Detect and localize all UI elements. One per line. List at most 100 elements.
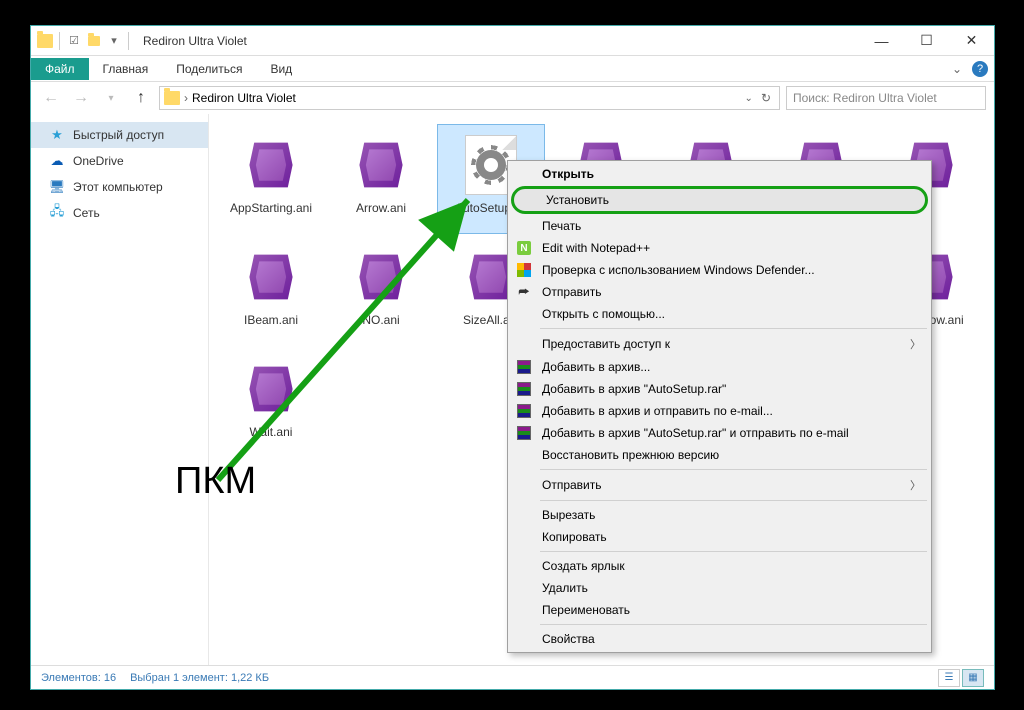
separator xyxy=(540,469,927,470)
separator xyxy=(540,551,927,552)
sidebar-item-label: Этот компьютер xyxy=(73,180,163,194)
file-label: NO.ani xyxy=(362,313,399,327)
recent-dropdown[interactable]: ▾ xyxy=(99,86,123,110)
ctx-shortcut[interactable]: Создать ярлык xyxy=(510,555,929,577)
qat-dropdown-icon[interactable]: ▾ xyxy=(106,33,122,49)
ctx-add-email[interactable]: Добавить в архив и отправить по e-mail..… xyxy=(510,400,929,422)
search-input[interactable]: Поиск: Rediron Ultra Violet xyxy=(786,86,986,110)
file-item[interactable]: NO.ani xyxy=(327,236,435,346)
tab-view[interactable]: Вид xyxy=(256,58,306,80)
annotation-label: ПКМ xyxy=(175,460,256,503)
navigation-pane: ★ Быстрый доступ ☁ OneDrive 🖥 Этот компь… xyxy=(31,114,209,665)
quick-access-toolbar: ☑ ▾ xyxy=(31,32,137,50)
ctx-cut[interactable]: Вырезать xyxy=(510,504,929,526)
statusbar: Элементов: 16 Выбран 1 элемент: 1,22 КБ … xyxy=(31,665,994,689)
file-item[interactable]: Arrow.ani xyxy=(327,124,435,234)
sidebar-item-onedrive[interactable]: ☁ OneDrive xyxy=(31,148,208,174)
address-bar[interactable]: › Rediron Ultra Violet ⌄ ↻ xyxy=(159,86,780,110)
rar-icon xyxy=(517,404,531,418)
window-title: Rediron Ultra Violet xyxy=(143,34,247,48)
ctx-print[interactable]: Печать xyxy=(510,215,929,237)
ctx-add-rar-email[interactable]: Добавить в архив "AutoSetup.rar" и отпра… xyxy=(510,422,929,444)
ani-file-icon xyxy=(353,133,409,197)
qat-properties-icon[interactable]: ☑ xyxy=(66,33,82,49)
ctx-defender[interactable]: Проверка с использованием Windows Defend… xyxy=(510,259,929,281)
cloud-icon: ☁ xyxy=(49,153,65,169)
window-controls: — ☐ ✕ xyxy=(859,26,994,56)
separator xyxy=(540,328,927,329)
ctx-install[interactable]: Установить xyxy=(511,186,928,214)
share-icon: ⮫ xyxy=(516,284,532,300)
file-label: AppStarting.ani xyxy=(230,201,312,215)
divider xyxy=(128,32,129,50)
ani-file-icon xyxy=(243,357,299,421)
star-icon: ★ xyxy=(49,127,65,143)
tab-file[interactable]: Файл xyxy=(31,58,89,80)
ctx-share[interactable]: ⮫Отправить xyxy=(510,281,929,303)
ctx-restore[interactable]: Восстановить прежнюю версию xyxy=(510,444,929,466)
view-icons-button[interactable]: ▦ xyxy=(962,669,984,687)
rar-icon xyxy=(517,360,531,374)
sidebar-item-network[interactable]: 🖧 Сеть xyxy=(31,200,208,226)
ctx-edit-notepad[interactable]: Edit with Notepad++ xyxy=(510,237,929,259)
status-item-count: Элементов: 16 xyxy=(41,672,116,684)
separator xyxy=(540,500,927,501)
network-icon: 🖧 xyxy=(49,205,65,221)
folder-icon xyxy=(164,91,180,105)
ctx-add-archive[interactable]: Добавить в архив... xyxy=(510,356,929,378)
context-menu: Открыть Установить Печать Edit with Note… xyxy=(507,160,932,653)
ribbon: Файл Главная Поделиться Вид ⌄ ? xyxy=(31,56,994,82)
tab-share[interactable]: Поделиться xyxy=(162,58,256,80)
back-button[interactable]: ← xyxy=(39,86,63,110)
maximize-button[interactable]: ☐ xyxy=(904,26,949,56)
forward-button[interactable]: → xyxy=(69,86,93,110)
ctx-properties[interactable]: Свойства xyxy=(510,628,929,650)
folder-icon xyxy=(37,34,53,48)
file-item[interactable]: Wait.ani xyxy=(217,348,325,458)
divider xyxy=(59,32,60,50)
qat-new-folder-icon[interactable] xyxy=(86,33,102,49)
address-dropdown-icon[interactable]: ⌄ xyxy=(745,93,753,104)
breadcrumb-chevron[interactable]: › xyxy=(184,91,188,105)
search-placeholder: Поиск: Rediron Ultra Violet xyxy=(793,91,937,105)
ctx-send-to[interactable]: Отправить〉 xyxy=(510,473,929,497)
ani-file-icon xyxy=(243,245,299,309)
view-details-button[interactable]: ☰ xyxy=(938,669,960,687)
file-label: Wait.ani xyxy=(250,425,293,439)
titlebar: ☑ ▾ Rediron Ultra Violet — ☐ ✕ xyxy=(31,26,994,56)
submenu-arrow-icon: 〉 xyxy=(910,477,921,493)
ctx-copy[interactable]: Копировать xyxy=(510,526,929,548)
sidebar-item-quick-access[interactable]: ★ Быстрый доступ xyxy=(31,122,208,148)
ctx-add-rar[interactable]: Добавить в архив "AutoSetup.rar" xyxy=(510,378,929,400)
sidebar-item-label: Быстрый доступ xyxy=(73,128,164,142)
sidebar-item-this-pc[interactable]: 🖥 Этот компьютер xyxy=(31,174,208,200)
refresh-button[interactable]: ↻ xyxy=(757,91,775,105)
submenu-arrow-icon: 〉 xyxy=(910,336,921,352)
rar-icon xyxy=(517,426,531,440)
notepad-icon xyxy=(517,241,531,255)
ctx-open-with[interactable]: Открыть с помощью... xyxy=(510,303,929,325)
separator xyxy=(540,624,927,625)
help-icon[interactable]: ? xyxy=(972,61,988,77)
ani-file-icon xyxy=(243,133,299,197)
file-label: IBeam.ani xyxy=(244,313,298,327)
tab-home[interactable]: Главная xyxy=(89,58,163,80)
sidebar-item-label: OneDrive xyxy=(73,154,124,168)
sidebar-item-label: Сеть xyxy=(73,206,100,220)
rar-icon xyxy=(517,382,531,396)
ctx-open[interactable]: Открыть xyxy=(510,163,929,185)
file-item[interactable]: IBeam.ani xyxy=(217,236,325,346)
ctx-rename[interactable]: Переименовать xyxy=(510,599,929,621)
address-row: ← → ▾ ↑ › Rediron Ultra Violet ⌄ ↻ Поиск… xyxy=(31,82,994,114)
up-button[interactable]: ↑ xyxy=(129,86,153,110)
ctx-give-access[interactable]: Предоставить доступ к〉 xyxy=(510,332,929,356)
ribbon-expand-icon[interactable]: ⌄ xyxy=(952,62,962,76)
ctx-delete[interactable]: Удалить xyxy=(510,577,929,599)
minimize-button[interactable]: — xyxy=(859,26,904,56)
close-button[interactable]: ✕ xyxy=(949,26,994,56)
pc-icon: 🖥 xyxy=(49,179,65,195)
status-selection: Выбран 1 элемент: 1,22 КБ xyxy=(130,672,269,684)
ani-file-icon xyxy=(353,245,409,309)
file-item[interactable]: AppStarting.ani xyxy=(217,124,325,234)
breadcrumb[interactable]: Rediron Ultra Violet xyxy=(192,91,296,105)
